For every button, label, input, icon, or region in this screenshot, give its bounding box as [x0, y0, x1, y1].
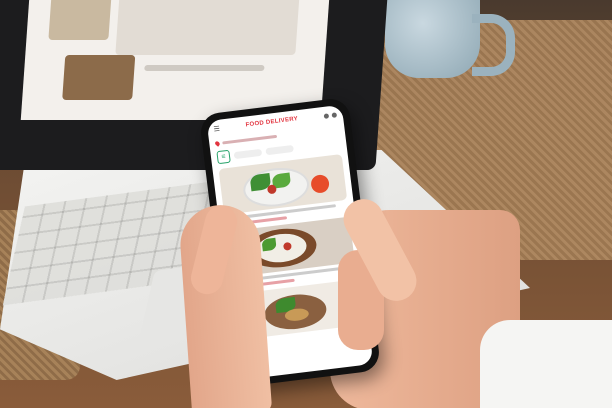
laptop-food-image — [115, 0, 301, 55]
filter-chip[interactable] — [233, 148, 263, 160]
app-brand: FOOD DELIVERY — [245, 116, 299, 129]
photo-scene: ☰ FOOD DELIVERY ≡ — [0, 0, 612, 408]
sauce-bowl — [310, 173, 331, 194]
white-sleeve — [480, 320, 612, 408]
coffee-mug — [385, 0, 480, 78]
user-icon[interactable] — [331, 111, 338, 118]
cart-icon[interactable] — [323, 112, 330, 119]
filter-chip[interactable] — [265, 144, 294, 156]
laptop-food-image — [48, 0, 113, 40]
menu-icon[interactable]: ☰ — [213, 125, 220, 134]
laptop-food-image — [62, 55, 136, 100]
header-icons — [323, 111, 338, 119]
location-pin-icon — [214, 139, 221, 147]
laptop-text-block — [144, 65, 265, 71]
filter-icon[interactable]: ≡ — [216, 149, 231, 165]
mug-handle — [472, 14, 515, 76]
laptop-screen — [20, 0, 332, 120]
